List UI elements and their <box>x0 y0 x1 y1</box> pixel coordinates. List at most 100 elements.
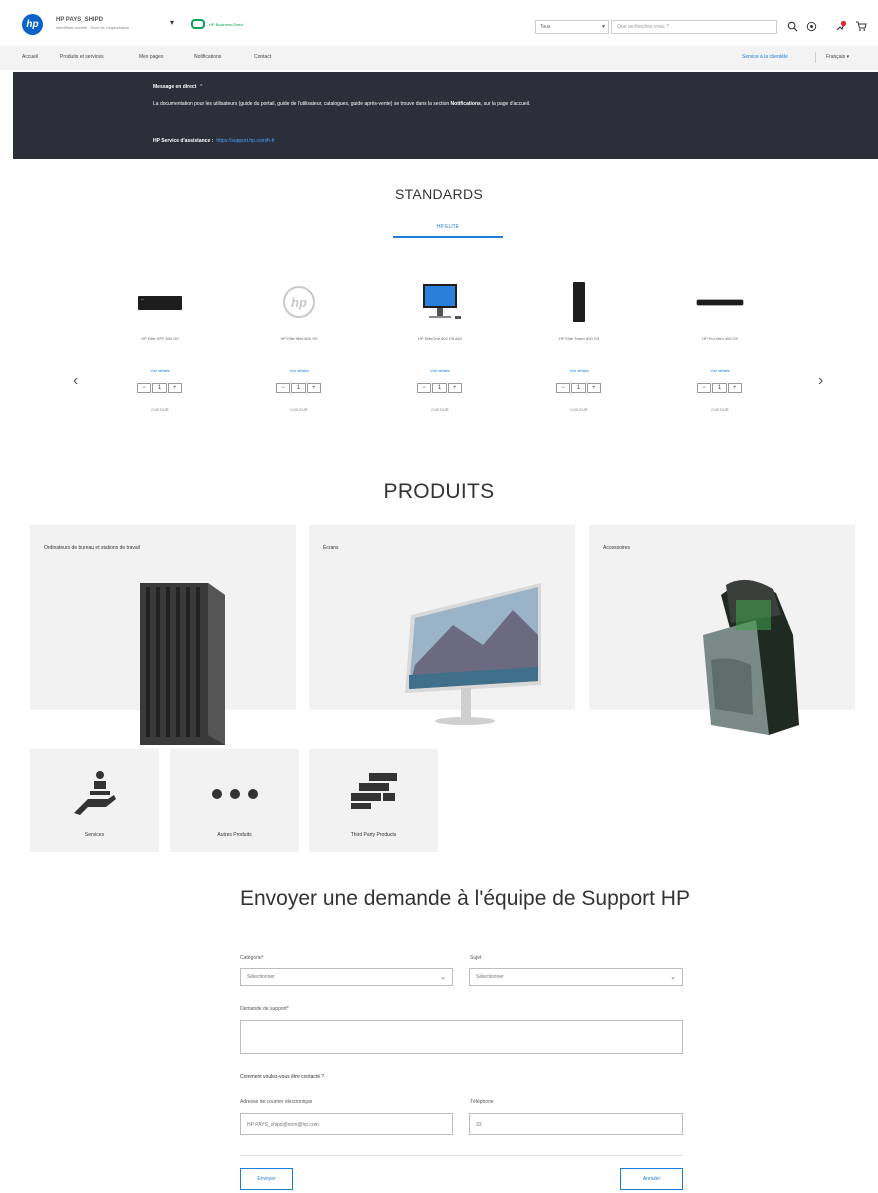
product-card[interactable]: hp HP Elite Mini 800 G9 Voir détails −1 +… <box>244 280 354 430</box>
customer-service-link[interactable]: Service à la clientèle <box>742 54 788 60</box>
quantity-stepper[interactable]: −1 + <box>697 383 743 393</box>
product-name[interactable]: HP Elite Mini 800 G9 <box>244 336 354 341</box>
quantity-stepper[interactable]: −1 + <box>556 383 602 393</box>
search-category-select[interactable]: Tous ▾ <box>535 20 609 34</box>
nav-item-contact[interactable]: Contact <box>254 54 271 60</box>
language-selector[interactable]: Français ▾ <box>826 54 849 60</box>
decrement-icon[interactable]: − <box>556 383 571 393</box>
search-input[interactable]: Que recherchez-vous ? <box>611 20 777 34</box>
nav-item-produits[interactable]: Produits et services <box>60 54 104 60</box>
product-name[interactable]: HP Elite Tower 800 G9 <box>524 336 634 341</box>
product-price: 0,00 EUR <box>431 407 449 412</box>
product-name[interactable]: HP Elite SFF 800 G9 <box>105 336 215 341</box>
banner-title[interactable]: Message en direct ⌃ <box>153 84 203 90</box>
nav-item-mes-pages[interactable]: Mes pages <box>139 54 163 60</box>
product-price: 0,00 EUR <box>290 407 308 412</box>
product-details-link[interactable]: Voir détails <box>244 368 354 373</box>
carousel-prev-icon[interactable]: ‹ <box>73 372 78 390</box>
category-card-desktops[interactable]: Ordinateurs de bureau et stations de tra… <box>30 525 296 745</box>
category-card-accessories[interactable]: Accessoires <box>589 525 855 735</box>
live-message-banner: Message en direct ⌃ La documentation pou… <box>13 72 878 159</box>
product-details-link[interactable]: Voir détails <box>524 368 634 373</box>
quantity-value[interactable]: 1 <box>152 383 167 393</box>
category-select[interactable]: Sélectionner ⌄ <box>240 968 453 986</box>
decrement-icon[interactable]: − <box>417 383 432 393</box>
banner-service-label: HP Service d'assistance : <box>153 138 214 144</box>
increment-icon[interactable]: + <box>306 383 321 393</box>
support-form-title: Envoyer une demande à l'équipe de Suppor… <box>240 887 690 910</box>
main-nav: Accueil Produits et services Mes pages N… <box>0 46 878 70</box>
search-icon[interactable] <box>784 18 800 34</box>
category-label: Services <box>84 832 105 838</box>
cart-icon[interactable] <box>853 18 869 34</box>
product-details-link[interactable]: Voir détails <box>105 368 215 373</box>
hp-logo-placeholder-icon: hp <box>274 280 324 325</box>
product-price: 0,00 EUR <box>711 407 729 412</box>
category-card-services[interactable]: Services <box>30 749 159 852</box>
products-heading: PRODUITS <box>383 480 495 503</box>
form-divider <box>240 1155 683 1156</box>
decrement-icon[interactable]: − <box>276 383 291 393</box>
chevron-down-icon: ⌄ <box>440 974 446 981</box>
quantity-value[interactable]: 1 <box>712 383 727 393</box>
product-card[interactable]: HP Elite SFF 800 G9 Voir détails −1 + 0,0… <box>105 280 215 430</box>
hp-logo[interactable]: hp <box>22 14 43 35</box>
banner-title-text: Message en direct <box>153 84 197 90</box>
quantity-stepper[interactable]: −1 + <box>137 383 183 393</box>
quantity-stepper[interactable]: −1 + <box>417 383 463 393</box>
account-name: HP PAYS_SHIPD <box>56 17 103 23</box>
subject-select[interactable]: Sélectionner ⌄ <box>469 968 683 986</box>
phone-field[interactable]: 33 <box>469 1113 683 1135</box>
send-button[interactable]: Envoyer <box>240 1168 293 1190</box>
category-card-other-products[interactable]: Autres Produits <box>170 749 299 852</box>
help-icon[interactable] <box>803 18 819 34</box>
account-sub: Identifiant société · Nom de l'organisat… <box>56 25 130 30</box>
subject-field-label: Sujet <box>470 955 482 961</box>
increment-icon[interactable]: + <box>586 383 601 393</box>
contact-heading: Comment voulez-vous être contacté ? <box>240 1074 325 1080</box>
product-price: 0,00 EUR <box>570 407 588 412</box>
product-card[interactable]: HP EliteOne 800 G9 AIO Voir détails −1 + … <box>385 280 495 430</box>
category-card-screens[interactable]: Écrans <box>309 525 575 725</box>
product-details-link[interactable]: Voir détails <box>385 368 495 373</box>
product-name[interactable]: HP Pro Mini 400 G9 <box>665 336 775 341</box>
quantity-value[interactable]: 1 <box>291 383 306 393</box>
top-header: hp HP PAYS_SHIPD Identifiant société · N… <box>0 0 878 44</box>
mini-desktop-icon <box>695 280 745 325</box>
standards-heading: STANDARDS <box>394 186 483 202</box>
decrement-icon[interactable]: − <box>697 383 712 393</box>
product-name[interactable]: HP EliteOne 800 G9 AIO <box>385 336 495 341</box>
category-field-label: Catégorie* <box>240 955 264 961</box>
product-details-link[interactable]: Voir détails <box>665 368 775 373</box>
account-selector[interactable]: HP PAYS_SHIPD Identifiant société · Nom … <box>56 17 166 30</box>
nav-item-notifications[interactable]: Notifications <box>194 54 221 60</box>
tower-pc-icon <box>130 575 240 750</box>
email-field[interactable]: HP PAYS_shipd@nom@hp.com <box>240 1113 453 1135</box>
product-card[interactable]: HP Elite Tower 800 G9 Voir détails −1 + 0… <box>524 280 634 430</box>
phone-field-label: Téléphone <box>470 1099 494 1105</box>
category-card-third-party[interactable]: Third Party Products <box>309 749 438 852</box>
quantity-value[interactable]: 1 <box>571 383 586 393</box>
carousel-next-icon[interactable]: › <box>818 372 823 390</box>
quantity-value[interactable]: 1 <box>432 383 447 393</box>
banner-service-link[interactable]: https://support.hp.com/fr-fr <box>216 138 275 144</box>
quantity-stepper[interactable]: −1 + <box>276 383 322 393</box>
banner-body-bold[interactable]: Notifications <box>451 101 481 107</box>
svg-text:hp: hp <box>291 295 307 310</box>
decrement-icon[interactable]: − <box>137 383 152 393</box>
tab-hp-elite[interactable]: HP ELITE <box>393 224 503 238</box>
email-field-label: Adresse de courrier électronique <box>240 1099 313 1105</box>
chevron-down-icon[interactable]: ▾ <box>170 18 174 27</box>
nav-item-accueil[interactable]: Accueil <box>22 54 38 60</box>
banner-service: HP Service d'assistance : https://support… <box>153 138 275 144</box>
monitor-icon <box>393 575 553 750</box>
support-request-textarea[interactable] <box>240 1020 683 1054</box>
product-card[interactable]: HP Pro Mini 400 G9 Voir détails −1 + 0,00… <box>665 280 775 430</box>
increment-icon[interactable]: + <box>447 383 462 393</box>
notification-icon[interactable] <box>833 18 849 34</box>
all-in-one-icon <box>415 280 465 325</box>
cancel-button[interactable]: Annuler <box>620 1168 683 1190</box>
increment-icon[interactable]: + <box>167 383 182 393</box>
backpack-icon <box>681 575 811 750</box>
increment-icon[interactable]: + <box>727 383 742 393</box>
